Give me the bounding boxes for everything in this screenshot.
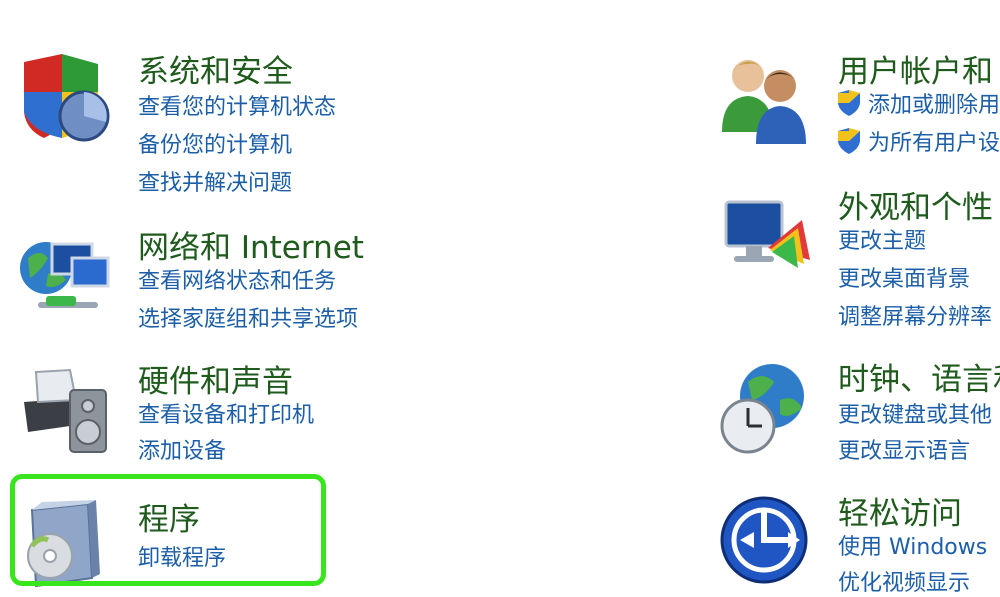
printer-speaker-icon[interactable] — [18, 362, 114, 458]
appearance-monitor-icon[interactable] — [718, 188, 814, 284]
uac-shield-icon — [838, 90, 860, 116]
uac-shield-icon — [838, 128, 860, 154]
link-view-network-status[interactable]: 查看网络状态和任务 — [138, 263, 336, 295]
programs-highlight-box — [10, 474, 326, 586]
clock-globe-icon[interactable] — [718, 360, 814, 456]
category-title-hardware-sound[interactable]: 硬件和声音 — [138, 356, 293, 401]
link-optimize-video-display[interactable]: 优化视频显示 — [838, 565, 970, 597]
link-homegroup-sharing[interactable]: 选择家庭组和共享选项 — [138, 301, 358, 333]
category-title-clock-language[interactable]: 时钟、语言和 — [838, 354, 1000, 399]
link-all-users-settings[interactable]: 为所有用户设 — [868, 125, 1000, 157]
link-change-display-language[interactable]: 更改显示语言 — [838, 433, 970, 465]
category-title-user-accounts[interactable]: 用户帐户和 — [838, 46, 993, 91]
network-globe-icon[interactable] — [18, 228, 114, 324]
category-title-network-internet[interactable]: 网络和 Internet — [138, 222, 364, 267]
link-change-theme[interactable]: 更改主题 — [838, 223, 926, 255]
link-view-computer-status[interactable]: 查看您的计算机状态 — [138, 89, 336, 121]
ease-of-access-icon[interactable] — [718, 494, 814, 590]
users-icon[interactable] — [718, 52, 814, 148]
link-row-add-remove-users[interactable]: 添加或删除用 — [836, 87, 1000, 119]
shield-security-icon[interactable] — [18, 52, 114, 148]
link-change-keyboard[interactable]: 更改键盘或其他 — [838, 397, 992, 429]
link-backup-computer[interactable]: 备份您的计算机 — [138, 127, 292, 159]
link-devices-printers[interactable]: 查看设备和打印机 — [138, 397, 314, 429]
category-title-ease-of-access[interactable]: 轻松访问 — [838, 488, 962, 533]
link-add-remove-users[interactable]: 添加或删除用 — [868, 87, 1000, 119]
link-change-desktop-background[interactable]: 更改桌面背景 — [838, 261, 970, 293]
category-title-system-security[interactable]: 系统和安全 — [138, 46, 293, 91]
link-troubleshoot[interactable]: 查找并解决问题 — [138, 165, 292, 197]
link-add-device[interactable]: 添加设备 — [138, 433, 226, 465]
category-title-appearance[interactable]: 外观和个性 — [838, 182, 993, 227]
link-row-all-users-settings[interactable]: 为所有用户设 — [836, 125, 1000, 157]
link-adjust-resolution[interactable]: 调整屏幕分辨率 — [838, 299, 992, 331]
link-use-windows[interactable]: 使用 Windows — [838, 529, 987, 561]
